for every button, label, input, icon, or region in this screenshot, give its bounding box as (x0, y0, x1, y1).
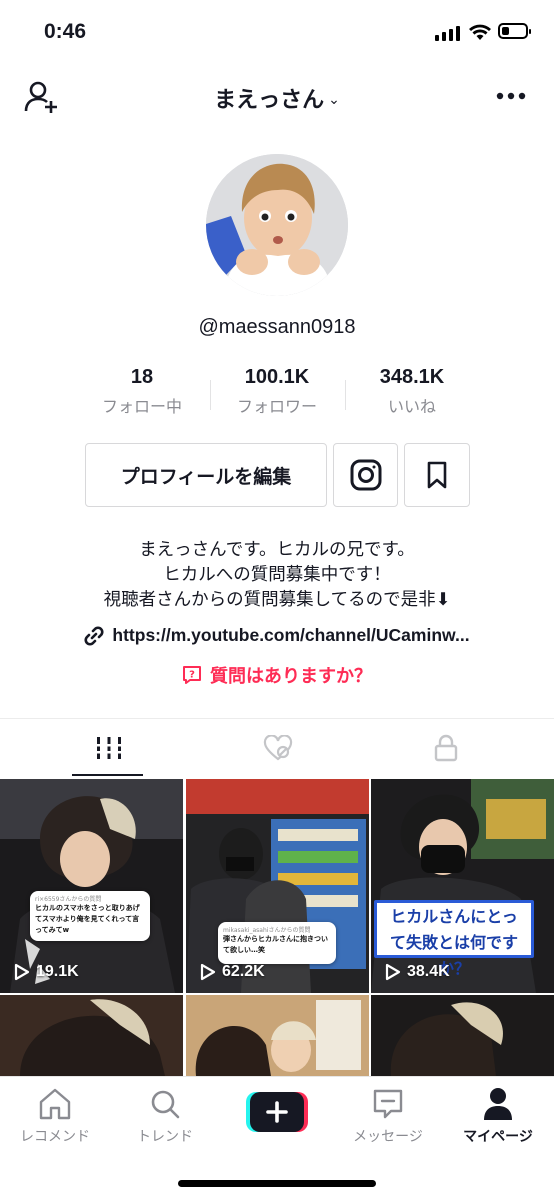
view-count: 62.2K (200, 963, 265, 981)
question-sticker: ヒカルさんにとって失敗とは何ですか？ (374, 900, 534, 978)
qa-label: 質問はありますか？ (210, 666, 372, 687)
qa-button[interactable]: ? 質問はありますか？ (0, 662, 554, 690)
chevron-down-icon: ⌄ (328, 92, 340, 108)
stat-value: 348.1K (379, 366, 445, 388)
video-thumbnail (371, 995, 554, 1076)
search-icon (151, 1090, 180, 1119)
stat-label: いいね (387, 397, 436, 416)
liked-hidden-icon (263, 735, 292, 761)
plus-icon (246, 1092, 308, 1132)
stat-value: 100.1K (244, 366, 310, 388)
home-indicator (178, 1180, 376, 1187)
nav-item-profile[interactable]: マイページ (443, 1086, 553, 1146)
question-sticker: mikasaki_asahiさんからの質問 弾さんからヒカルさんに抱きついて欲し… (218, 922, 336, 964)
video-tile[interactable]: ri×6559さんからの質問 ヒカルのスマホをさっと取りあげてスマホより俺を見て… (0, 779, 183, 993)
edit-profile-button[interactable]: プロフィールを編集 (85, 443, 327, 507)
view-count-text: 38.4K (407, 963, 450, 980)
tab-active-indicator (72, 774, 143, 776)
tab-liked[interactable] (185, 720, 370, 776)
video-tile[interactable] (0, 995, 183, 1076)
question-from: ri×6559さんからの質問 (35, 896, 102, 903)
more-icon[interactable] (496, 86, 526, 105)
question-text: 弾さんからヒカルさんに抱きついて欲しい…笑 (223, 935, 328, 954)
bookmark-button[interactable] (404, 443, 470, 507)
link-text: https://m.youtube.com/channel/UCaminw... (112, 625, 470, 645)
stat-label: フォロワー (236, 397, 317, 416)
profile-title[interactable]: まえっさん ⌄ (0, 82, 554, 114)
instagram-button[interactable] (333, 443, 398, 507)
nav-label: レコメンド (20, 1129, 90, 1145)
bio-line: ヒカルへの質問募集中です！ (163, 565, 391, 585)
tab-videos[interactable] (16, 720, 201, 776)
svg-text:?: ? (189, 670, 195, 681)
inbox-icon (373, 1089, 403, 1119)
signal-icon (435, 26, 460, 41)
stat-label: フォロー中 (101, 397, 182, 416)
video-tile[interactable]: ヒカルさんにとって失敗とは何ですか？ 38.4K (371, 779, 554, 993)
stat-following[interactable]: 18 フォロー中 (72, 366, 212, 417)
video-thumbnail (0, 779, 183, 993)
question-icon: ? (183, 666, 201, 684)
nav-label: メッセージ (353, 1129, 423, 1145)
video-tile[interactable]: mikasaki_asahiさんからの質問 弾さんからヒカルさんに抱きついて欲し… (186, 779, 369, 993)
question-from: mikasaki_asahiさんからの質問 (223, 927, 311, 934)
grid-icon (95, 737, 122, 759)
wifi-icon (468, 23, 492, 45)
lock-icon (434, 734, 457, 762)
tab-private[interactable] (353, 720, 538, 776)
bio: まえっさんです。ヒカルの兄です。 ヒカルへの質問募集中です！ 視聴者さんからの質… (0, 538, 554, 613)
question-text: ヒカルのスマホをさっと取りあげてスマホより俺を見てくれって言ってみてw (35, 904, 140, 934)
profile-icon (484, 1088, 512, 1120)
stat-value: 18 (130, 366, 154, 388)
create-button[interactable] (246, 1092, 308, 1132)
instagram-icon (350, 459, 381, 491)
stat-likes[interactable]: 348.1K いいね (342, 366, 482, 417)
nav-label: トレンド (137, 1129, 193, 1145)
play-icon (200, 963, 216, 981)
avatar[interactable] (206, 154, 348, 296)
view-count-text: 19.1K (36, 963, 79, 980)
tabs-divider (0, 718, 554, 719)
profile-link[interactable]: https://m.youtube.com/channel/UCaminw... (0, 625, 554, 651)
nav-item-inbox[interactable]: メッセージ (333, 1086, 443, 1146)
view-count: 38.4K (385, 963, 450, 981)
home-icon (39, 1088, 71, 1120)
video-tile[interactable] (371, 995, 554, 1076)
video-thumbnail (186, 995, 369, 1076)
play-icon (385, 963, 401, 981)
username: @maessann0918 (198, 316, 356, 338)
play-icon (14, 963, 30, 981)
stat-followers[interactable]: 100.1K フォロワー (207, 366, 347, 417)
nav-item-trend[interactable]: トレンド (110, 1086, 220, 1146)
nav-label: マイページ (463, 1129, 533, 1145)
bio-line: まえっさんです。ヒカルの兄です。 (139, 540, 415, 560)
status-time: 0:46 (44, 20, 87, 43)
bookmark-icon (427, 461, 447, 489)
battery-icon (498, 23, 531, 39)
view-count-text: 62.2K (222, 963, 265, 980)
nav-item-home[interactable]: レコメンド (0, 1086, 110, 1146)
profile-name: まえっさん (214, 88, 325, 113)
question-sticker: ri×6559さんからの質問 ヒカルのスマホをさっと取りあげてスマホより俺を見て… (30, 891, 150, 941)
link-icon (84, 625, 104, 646)
video-tile[interactable] (186, 995, 369, 1076)
view-count: 19.1K (14, 963, 79, 981)
bio-line: 視聴者さんからの質問募集してるので是非⬇ (103, 590, 451, 610)
video-thumbnail (0, 995, 183, 1076)
